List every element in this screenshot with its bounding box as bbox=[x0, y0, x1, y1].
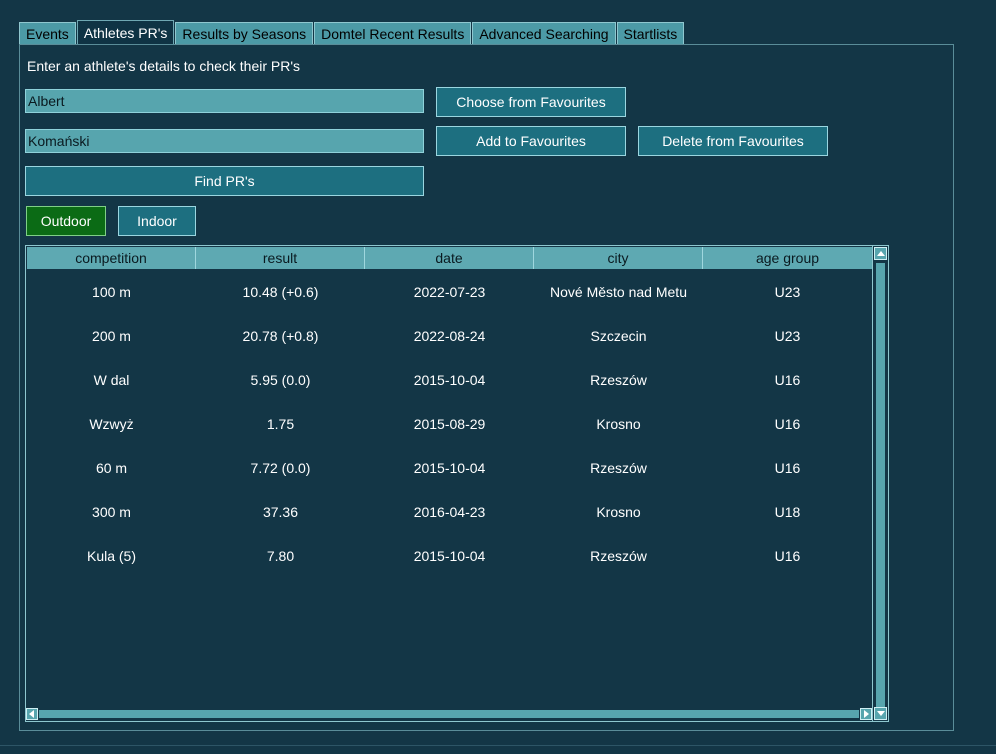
table-row[interactable]: 100 m 10.48 (+0.6) 2022-07-23 Nové Město… bbox=[27, 270, 872, 314]
tab-advanced-searching[interactable]: Advanced Searching bbox=[472, 22, 616, 45]
scroll-up-button[interactable] bbox=[874, 247, 887, 260]
app-window: Events Athletes PR's Results by Seasons … bbox=[0, 0, 996, 754]
cell-result: 1.75 bbox=[266, 416, 295, 432]
scroll-left-button[interactable] bbox=[26, 708, 38, 720]
table-row[interactable]: 200 m 20.78 (+0.8) 2022-08-24 Szczecin U… bbox=[27, 314, 872, 358]
cell-age-group: U16 bbox=[774, 372, 801, 388]
find-prs-button[interactable]: Find PR's bbox=[25, 166, 424, 196]
choose-favourites-button[interactable]: Choose from Favourites bbox=[436, 87, 626, 117]
cell-age-group: U16 bbox=[774, 460, 801, 476]
outdoor-toggle[interactable]: Outdoor bbox=[26, 206, 106, 236]
column-header-competition[interactable]: competition bbox=[27, 247, 196, 269]
vertical-scroll-thumb[interactable] bbox=[876, 263, 885, 707]
last-name-field[interactable]: Komański bbox=[25, 129, 424, 153]
cell-competition: Kula (5) bbox=[86, 548, 137, 564]
tab-bar: Events Athletes PR's Results by Seasons … bbox=[19, 20, 685, 45]
first-name-field[interactable]: Albert bbox=[25, 89, 424, 113]
cell-date: 2015-08-29 bbox=[413, 416, 486, 432]
tab-domtel-recent-results[interactable]: Domtel Recent Results bbox=[314, 22, 472, 45]
cell-age-group: U18 bbox=[774, 504, 801, 520]
cell-date: 2015-10-04 bbox=[413, 460, 486, 476]
cell-date: 2015-10-04 bbox=[413, 548, 486, 564]
cell-date: 2016-04-23 bbox=[413, 504, 486, 520]
arrow-down-icon bbox=[877, 711, 885, 716]
add-favourites-button[interactable]: Add to Favourites bbox=[436, 126, 626, 156]
cell-result: 20.78 (+0.8) bbox=[242, 328, 319, 344]
cell-result: 5.95 (0.0) bbox=[250, 372, 311, 388]
cell-competition: 300 m bbox=[92, 504, 131, 520]
cell-competition: Wzwyż bbox=[89, 416, 134, 432]
cell-city: Krosno bbox=[596, 416, 641, 432]
arrow-up-icon bbox=[877, 251, 885, 256]
window-bottom-divider bbox=[0, 745, 996, 746]
table-row[interactable]: 60 m 7.72 (0.0) 2015-10-04 Rzeszów U16 bbox=[27, 446, 872, 490]
table-row[interactable]: Wzwyż 1.75 2015-08-29 Krosno U16 bbox=[27, 402, 872, 446]
cell-age-group: U23 bbox=[774, 328, 801, 344]
tab-results-by-seasons[interactable]: Results by Seasons bbox=[175, 22, 314, 45]
cell-result: 10.48 (+0.6) bbox=[242, 284, 319, 300]
table-header: competition result date city age group bbox=[27, 247, 872, 269]
cell-date: 2022-07-23 bbox=[413, 284, 486, 300]
cell-city: Rzeszów bbox=[590, 460, 647, 476]
cell-age-group: U16 bbox=[774, 548, 801, 564]
table-row[interactable]: Kula (5) 7.80 2015-10-04 Rzeszów U16 bbox=[27, 534, 872, 578]
tab-events[interactable]: Events bbox=[19, 22, 76, 45]
tab-athletes-prs[interactable]: Athletes PR's bbox=[76, 20, 175, 45]
arrow-left-icon bbox=[29, 710, 34, 718]
column-header-result[interactable]: result bbox=[196, 247, 365, 269]
horizontal-scroll-thumb[interactable] bbox=[39, 710, 859, 718]
indoor-toggle[interactable]: Indoor bbox=[118, 206, 196, 236]
table-row[interactable]: W dal 5.95 (0.0) 2015-10-04 Rzeszów U16 bbox=[27, 358, 872, 402]
vertical-scrollbar[interactable] bbox=[872, 245, 889, 722]
cell-competition: 200 m bbox=[92, 328, 131, 344]
cell-date: 2022-08-24 bbox=[413, 328, 486, 344]
cell-city: Nové Město nad Metu bbox=[550, 284, 687, 300]
cell-competition: 100 m bbox=[92, 284, 131, 300]
cell-city: Rzeszów bbox=[590, 548, 647, 564]
cell-date: 2015-10-04 bbox=[413, 372, 486, 388]
tab-startlists[interactable]: Startlists bbox=[616, 22, 685, 45]
results-table: competition result date city age group 1… bbox=[25, 245, 889, 722]
instruction-text: Enter an athlete's details to check thei… bbox=[27, 58, 301, 74]
scroll-down-button[interactable] bbox=[874, 707, 887, 720]
scroll-right-button[interactable] bbox=[860, 708, 872, 720]
cell-result: 37.36 bbox=[262, 504, 299, 520]
column-header-city[interactable]: city bbox=[534, 247, 703, 269]
cell-result: 7.72 (0.0) bbox=[250, 460, 311, 476]
column-header-date[interactable]: date bbox=[365, 247, 534, 269]
cell-city: Rzeszów bbox=[590, 372, 647, 388]
cell-age-group: U16 bbox=[774, 416, 801, 432]
column-header-age-group[interactable]: age group bbox=[703, 247, 872, 269]
arrow-right-icon bbox=[864, 710, 869, 718]
delete-favourites-button[interactable]: Delete from Favourites bbox=[638, 126, 828, 156]
cell-city: Krosno bbox=[596, 504, 641, 520]
cell-city: Szczecin bbox=[590, 328, 647, 344]
cell-result: 7.80 bbox=[266, 548, 295, 564]
horizontal-scrollbar[interactable] bbox=[26, 708, 872, 721]
cell-age-group: U23 bbox=[774, 284, 801, 300]
table-row[interactable]: 300 m 37.36 2016-04-23 Krosno U18 bbox=[27, 490, 872, 534]
cell-competition: 60 m bbox=[95, 460, 128, 476]
cell-competition: W dal bbox=[93, 372, 130, 388]
